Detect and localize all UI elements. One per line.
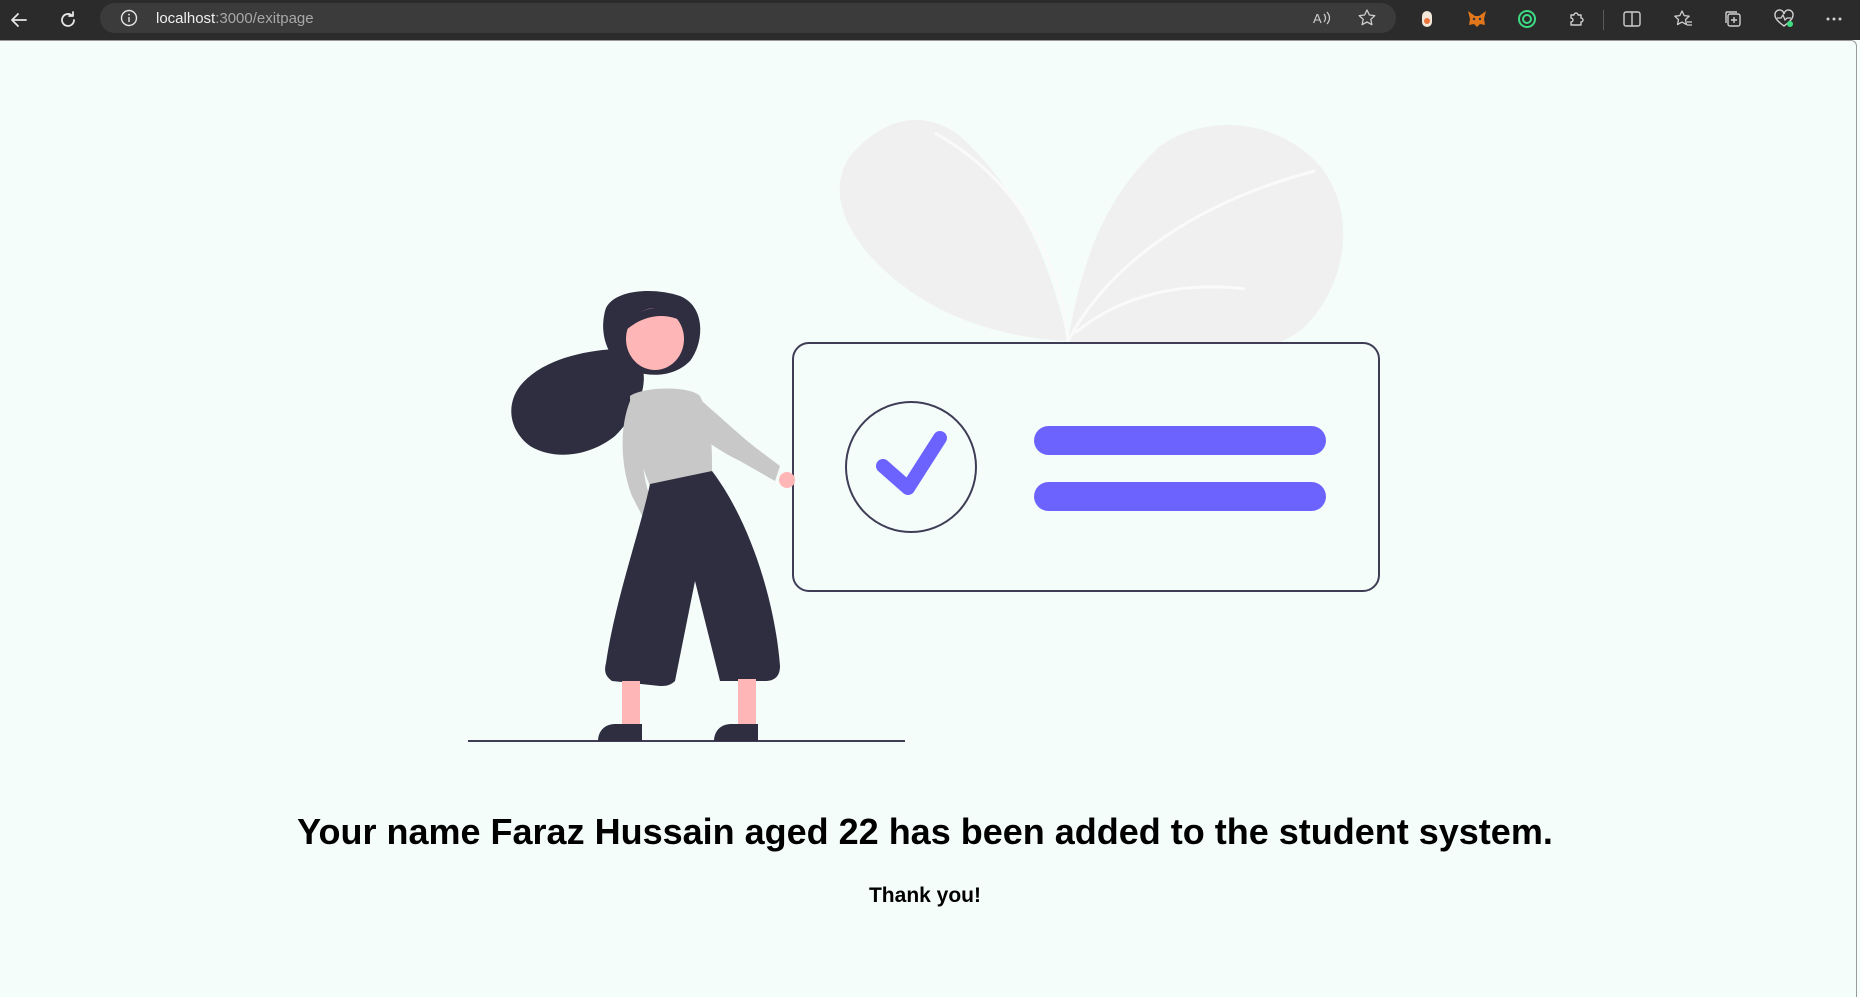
url-path: :3000/exitpage — [215, 10, 314, 27]
address-bar[interactable]: localhost:3000/exitpage A — [100, 3, 1396, 33]
back-icon — [11, 13, 27, 27]
health-icon — [1774, 9, 1794, 27]
extension-ring-button[interactable] — [1515, 7, 1539, 31]
url-host: localhost — [156, 10, 216, 27]
favorite-star-icon[interactable] — [1357, 8, 1377, 28]
confirmation-card — [792, 342, 1380, 592]
split-screen-button[interactable] — [1620, 7, 1644, 31]
woman-figure — [511, 291, 795, 741]
collections-button[interactable] — [1721, 7, 1745, 31]
card-line — [1034, 426, 1326, 455]
browser-toolbar: localhost:3000/exitpage A — [0, 0, 1860, 40]
confirmation-illustration — [468, 119, 1380, 742]
more-icon — [1826, 17, 1842, 21]
collections-icon — [1725, 11, 1741, 27]
read-aloud-icon[interactable]: A — [1312, 8, 1332, 28]
background-leaves — [839, 119, 1344, 359]
back-button[interactable] — [4, 5, 34, 35]
extension-icon — [1422, 11, 1432, 27]
svg-text:A: A — [1313, 11, 1322, 26]
url-text[interactable]: localhost:3000/exitpage — [156, 10, 314, 27]
extension-button[interactable] — [1415, 7, 1439, 31]
metamask-icon — [1468, 11, 1486, 27]
favorites-button[interactable] — [1671, 7, 1695, 31]
extensions-button[interactable] — [1565, 7, 1589, 31]
favorites-icon — [1674, 10, 1692, 26]
split-screen-icon — [1623, 11, 1641, 27]
thank-you-text: Thank you! — [868, 884, 981, 907]
toolbar-divider — [1603, 10, 1604, 30]
confirmation-message: Your name Faraz Hussain aged 22 has been… — [297, 811, 1553, 852]
more-button[interactable] — [1822, 7, 1846, 31]
site-info-icon[interactable] — [120, 9, 138, 27]
health-button[interactable] — [1772, 7, 1796, 31]
reload-icon — [61, 11, 75, 27]
reload-button[interactable] — [53, 5, 83, 35]
card-line — [1034, 482, 1326, 511]
extension-ring-icon — [1518, 10, 1536, 28]
page-content: Your name Faraz Hussain aged 22 has been… — [0, 40, 1857, 997]
metamask-button[interactable] — [1465, 7, 1489, 31]
puzzle-icon — [1570, 12, 1584, 26]
